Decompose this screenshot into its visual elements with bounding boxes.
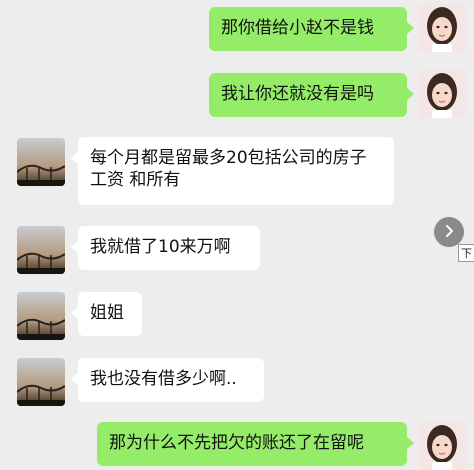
- self-avatar[interactable]: [418, 4, 466, 52]
- chat-area: 那你借给小赵不是钱 我让你还就没有是吗 每个月都是留最多20包括公司的房子 工资…: [0, 0, 474, 470]
- message-bubble-received[interactable]: 我也没有借多少啊..: [71, 358, 264, 402]
- contact-avatar[interactable]: [17, 226, 65, 274]
- contact-avatar[interactable]: [17, 138, 65, 186]
- message-bubble-sent[interactable]: 那你借给小赵不是钱: [209, 7, 414, 51]
- message-bubble-received[interactable]: 每个月都是留最多20包括公司的房子 工资 和所有: [71, 137, 394, 205]
- contact-avatar[interactable]: [17, 292, 65, 340]
- tooltip: 下: [458, 244, 474, 262]
- self-avatar[interactable]: [418, 70, 466, 118]
- message-bubble-received[interactable]: 姐姐: [71, 292, 142, 336]
- message-bubble-sent[interactable]: 我让你还就没有是吗: [209, 73, 414, 117]
- message-bubble-received[interactable]: 我就借了10来万啊: [71, 226, 260, 270]
- self-avatar[interactable]: [418, 422, 466, 470]
- message-bubble-sent[interactable]: 那为什么不先把欠的账还了在留呢: [97, 422, 414, 466]
- scroll-next-button[interactable]: [434, 217, 464, 247]
- contact-avatar[interactable]: [17, 358, 65, 406]
- chevron-right-icon: [442, 223, 456, 242]
